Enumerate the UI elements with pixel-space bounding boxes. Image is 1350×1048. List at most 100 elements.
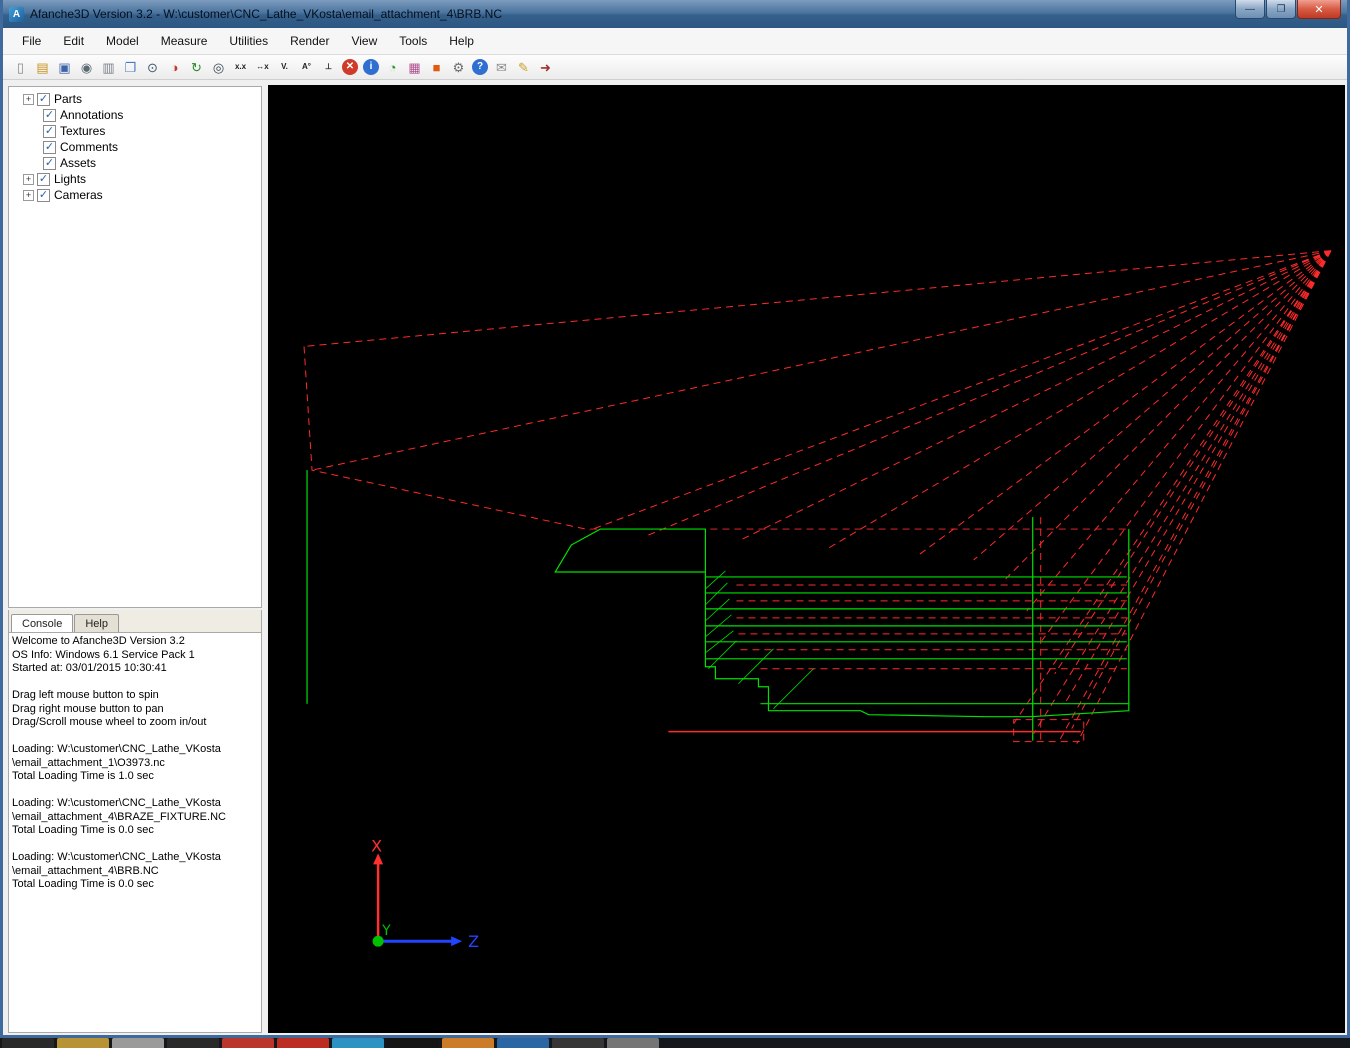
new-file-icon[interactable]: ▯ [11,58,30,77]
measure-width-icon[interactable]: ↔x [253,58,272,77]
minimize-button[interactable]: — [1235,0,1265,19]
print-icon[interactable]: ▥ [99,58,118,77]
console-line: Total Loading Time is 0.0 sec [12,824,154,836]
tree-item-lights[interactable]: + ✓ Lights [9,171,261,187]
tree-item-textures[interactable]: ✓ Textures [9,123,261,139]
checkbox-annotations[interactable]: ✓ [43,108,56,122]
checkbox-assets[interactable]: ✓ [43,156,56,170]
taskbar-app-5[interactable] [222,1038,274,1048]
menu-help[interactable]: Help [438,28,485,54]
menu-render[interactable]: Render [279,28,340,54]
expand-plus-icon[interactable]: + [23,189,34,201]
scene-tree-panel: + ✓ Parts ✓ Annotations ✓ Textures ✓ Comments ✓ As… [8,86,262,608]
annotate-note-icon[interactable]: ✎ [514,58,533,77]
menu-tools[interactable]: Tools [388,28,438,54]
maximize-button[interactable]: ❐ [1266,0,1296,19]
viewport-3d[interactable]: X Y Z [268,85,1345,1033]
taskbar-app-12[interactable] [607,1038,659,1048]
console-line: \email_attachment_1\O3973.nc [12,756,165,769]
console-line: Total Loading Time is 0.0 sec [12,878,154,890]
tree-item-label: Annotations [60,108,124,122]
console-line: Drag/Scroll mouse wheel to zoom in/out [12,716,207,728]
measure-angle-icon[interactable]: A° [297,58,316,77]
taskbar-app-2[interactable] [57,1038,109,1048]
console-line: Loading: W:\customer\CNC_Lathe_VKosta [12,797,221,809]
console-line: Loading: W:\customer\CNC_Lathe_VKosta [12,851,221,863]
measure-binoculars-icon[interactable]: ◎ [209,58,228,77]
close-button[interactable]: ✕ [1297,0,1341,19]
save-icon[interactable]: ▣ [55,58,74,77]
help-icon[interactable]: ? [472,59,488,75]
menu-measure[interactable]: Measure [150,28,219,54]
tab-help[interactable]: Help [74,614,119,632]
expand-plus-icon[interactable]: + [23,173,34,185]
measure-perpendicular-icon[interactable]: ⊥ [319,58,338,77]
menu-file[interactable]: File [11,28,52,54]
taskbar-app-9[interactable] [442,1038,494,1048]
taskbar-app-7[interactable] [332,1038,384,1048]
expand-plus-icon[interactable]: + [23,93,34,105]
console-line: Started at: 03/01/2015 10:30:41 [12,662,167,674]
checkbox-lights[interactable]: ✓ [37,172,50,186]
axis-z-arrowhead [451,936,463,947]
grid-colors-icon[interactable]: ▦ [405,58,424,77]
checkbox-parts[interactable]: ✓ [37,92,50,106]
axis-x-label: X [371,836,382,855]
email-icon[interactable]: ✉ [492,58,511,77]
checkbox-comments[interactable]: ✓ [43,140,56,154]
power-clock-icon[interactable]: ◔ [383,58,402,77]
copy-pages-icon[interactable]: ❐ [121,58,140,77]
screenshot-camera-icon[interactable]: ◉ [77,58,96,77]
axis-y-label: Y [381,923,391,939]
taskbar-app-11[interactable] [552,1038,604,1048]
taskbar-app-3[interactable] [112,1038,164,1048]
menu-utilities[interactable]: Utilities [218,28,279,54]
taskbar-app-8[interactable] [387,1038,439,1048]
tree-item-label: Textures [60,124,106,138]
tree-item-label: Comments [60,140,119,154]
toolpath-feed-lines [306,470,1130,741]
tree-item-label: Parts [54,92,83,106]
tree-item-label: Lights [54,172,87,186]
tab-console[interactable]: Console [11,614,74,633]
console-line: \email_attachment_4\BRB.NC [12,864,159,877]
checkbox-textures[interactable]: ✓ [43,124,56,138]
tree-item-parts[interactable]: + ✓ Parts [9,91,261,107]
menu-view[interactable]: View [340,28,388,54]
stop-icon[interactable]: ✕ [342,59,358,75]
settings-gear-icon[interactable]: ⚙ [449,58,468,77]
tree-item-assets[interactable]: ✓ Assets [9,155,261,171]
title-bar[interactable]: A Afanche3D Version 3.2 - W:\customer\CN… [3,0,1347,28]
tree-item-cameras[interactable]: + ✓ Cameras [9,187,261,203]
taskbar-app-1[interactable] [2,1038,54,1048]
tree-item-annotations[interactable]: ✓ Annotations [9,107,261,123]
system-taskbar [0,1038,1350,1048]
tree-item-comments[interactable]: ✓ Comments [9,139,261,155]
checkbox-cameras[interactable]: ✓ [37,188,50,202]
rotate-3d-icon[interactable]: ↻ [187,58,206,77]
app-icon: A [9,6,24,22]
taskbar-app-4[interactable] [167,1038,219,1048]
measure-distance-icon[interactable]: x.x [231,58,250,77]
taskbar-app-6[interactable] [277,1038,329,1048]
info-icon[interactable]: i [363,59,379,75]
view-eyes-icon[interactable]: ⊙ [143,58,162,77]
console-line: Drag left mouse button to spin [12,689,159,701]
taskbar-app-10[interactable] [497,1038,549,1048]
console-line: Loading: W:\customer\CNC_Lathe_VKosta [12,743,221,755]
console-line: \email_attachment_4\BRAZE_FIXTURE.NC [12,810,226,823]
toolpath-rapid-lines [303,250,1332,744]
axis-triad: X Y Z [371,836,479,951]
toolbar: ▯ ▤ ▣ ◉ ▥ ❐ ⊙ ◑ ↻ ◎ x.x ↔x V. A° ⊥ ✕ i ◔ ▦ ■ ⚙? ✉ ✎ ➜ [3,55,1347,80]
exit-icon[interactable]: ➜ [536,58,555,77]
menu-model[interactable]: Model [95,28,150,54]
render-globe-icon[interactable]: ◑ [165,58,184,77]
open-folder-icon[interactable]: ▤ [33,58,52,77]
measure-vertex-icon[interactable]: V. [275,58,294,77]
console-line: Total Loading Time is 1.0 sec [12,770,154,782]
color-swatch-icon[interactable]: ■ [427,58,446,77]
app-window: A Afanche3D Version 3.2 - W:\customer\CN… [0,0,1350,1038]
menu-edit[interactable]: Edit [52,28,95,54]
